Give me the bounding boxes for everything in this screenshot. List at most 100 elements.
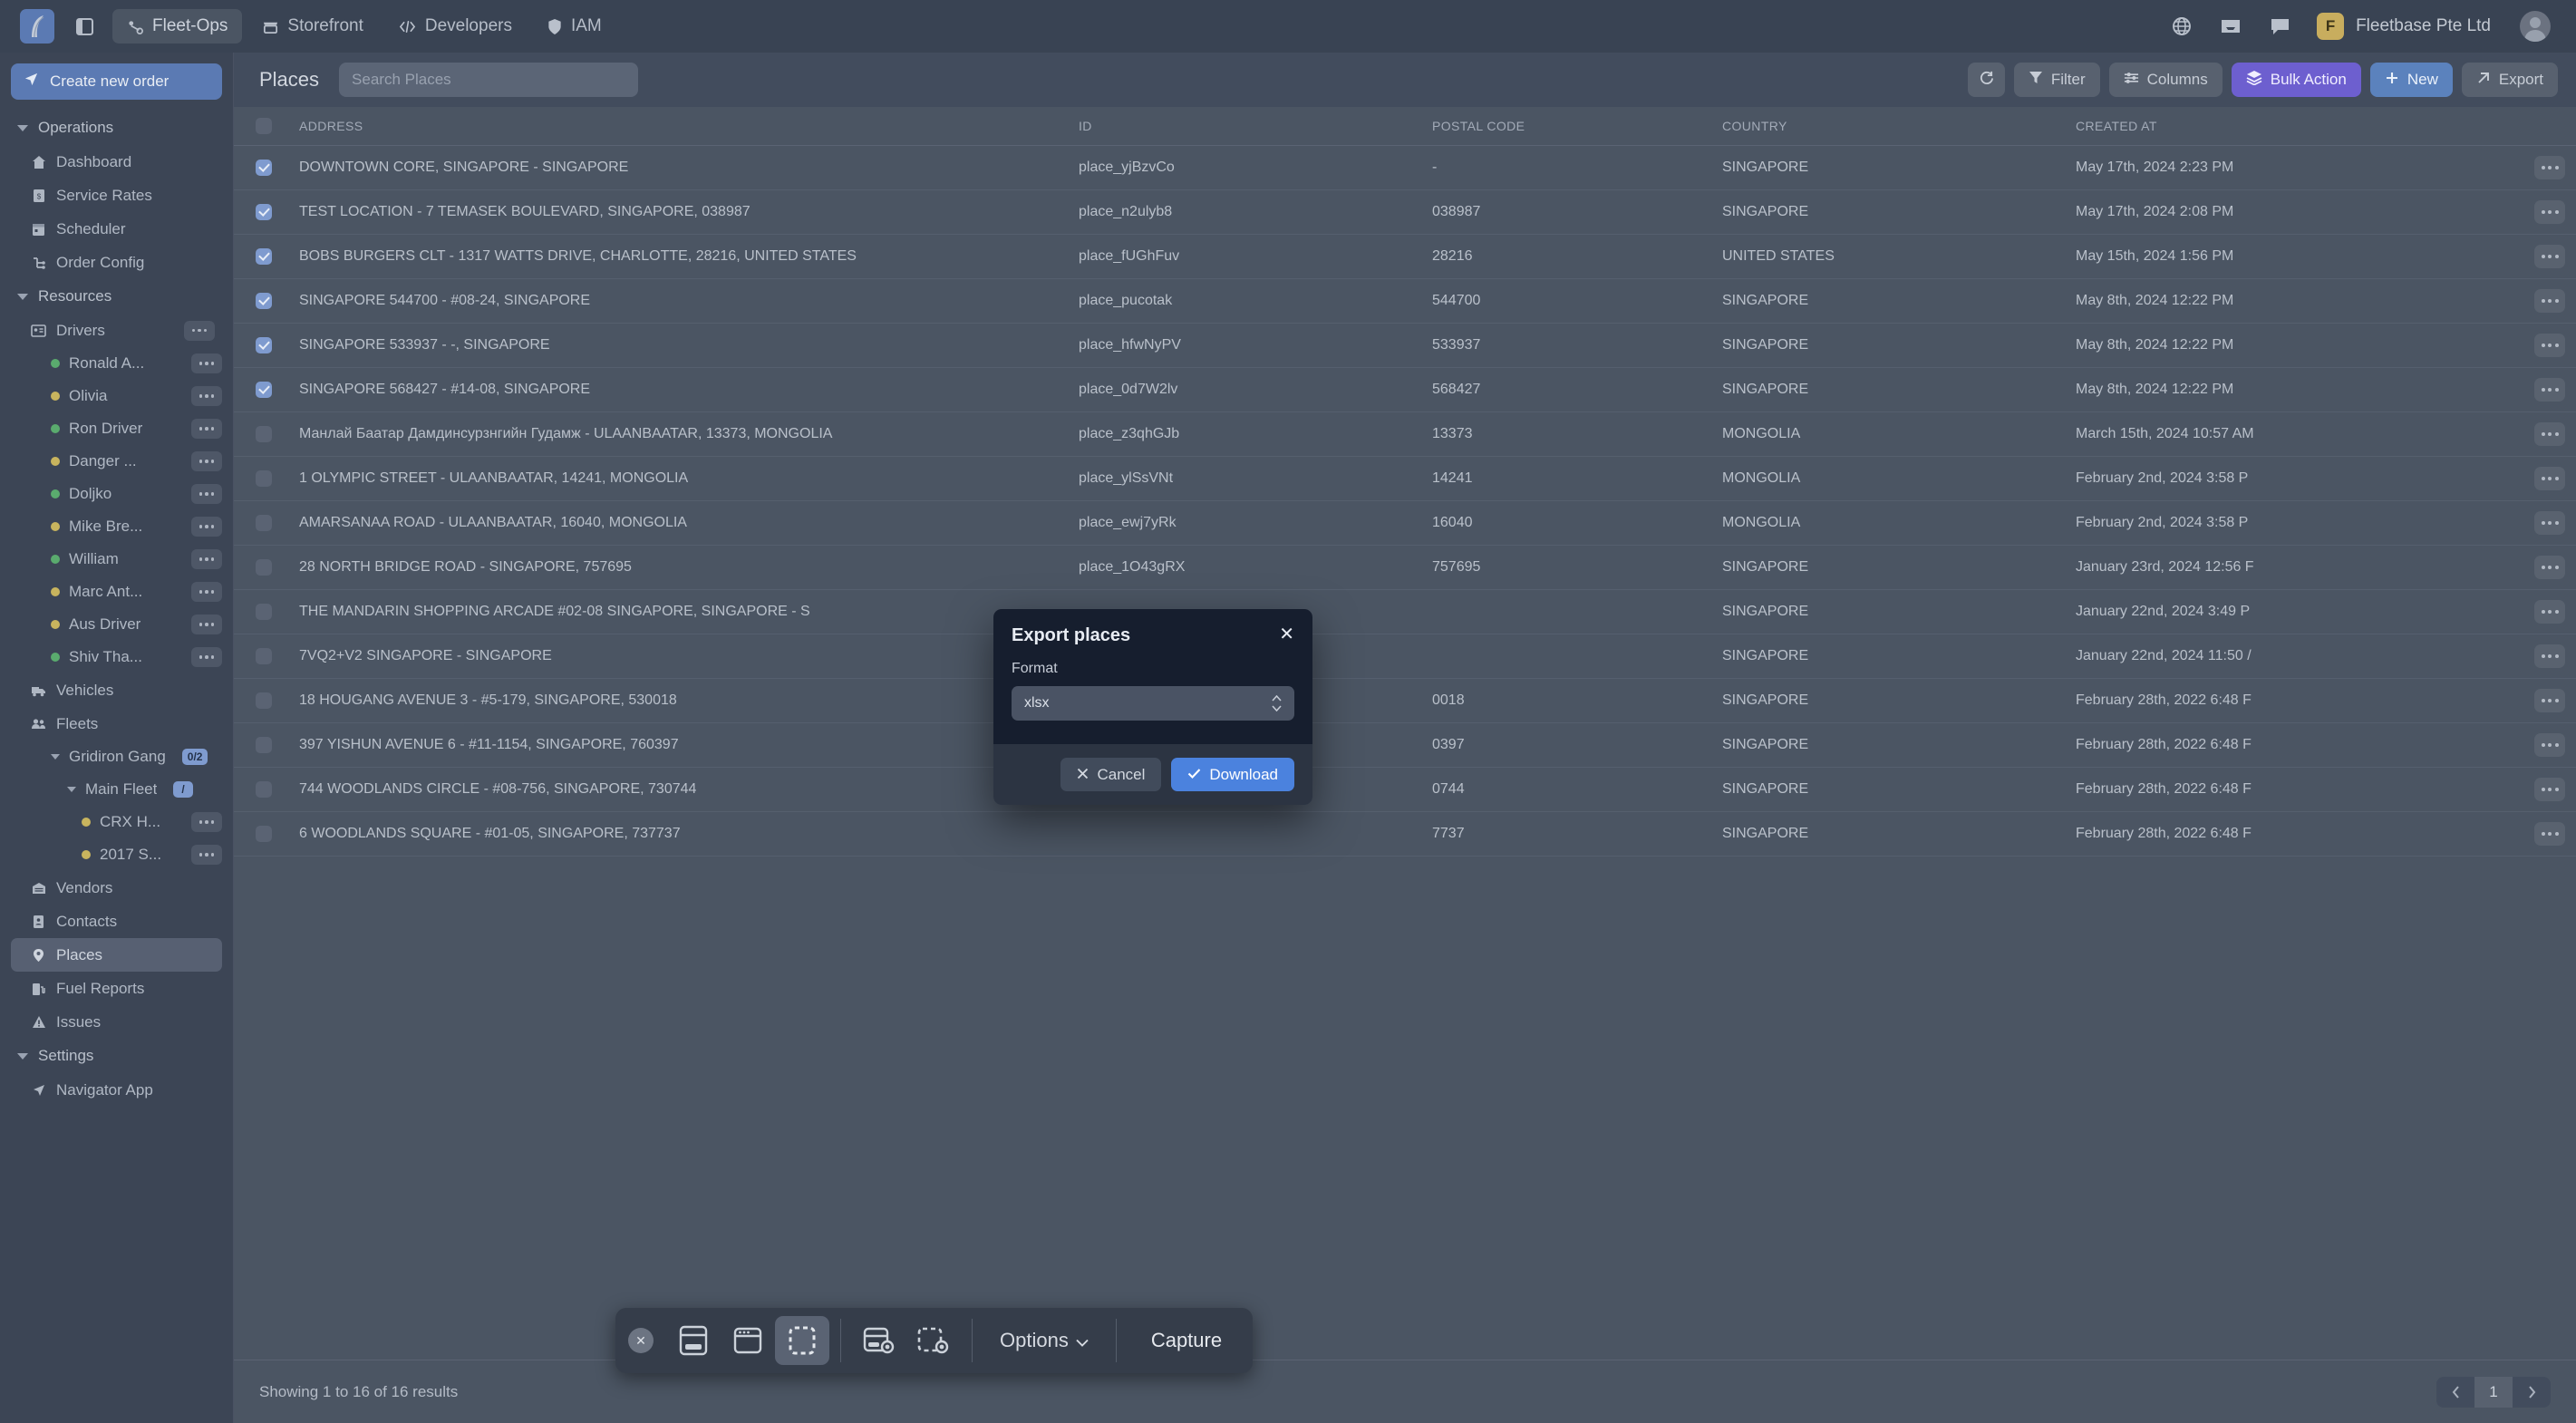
sidebar-fleet-main-fleet[interactable]: Main Fleet / bbox=[11, 773, 222, 806]
table-row[interactable]: THE MANDARIN SHOPPING ARCADE #02-08 SING… bbox=[234, 589, 2576, 634]
driver-more-button[interactable] bbox=[191, 484, 222, 504]
table-row[interactable]: Манлай Баатар Дамдинсурзнгийн Гудамж - U… bbox=[234, 411, 2576, 457]
row-more-button[interactable] bbox=[2534, 333, 2565, 357]
row-more-button[interactable] bbox=[2534, 732, 2565, 757]
driver-more-button[interactable] bbox=[191, 615, 222, 634]
organization-chip[interactable]: F Fleetbase Pte Ltd bbox=[2317, 13, 2491, 40]
sidebar-driver-item[interactable]: Shiv Tha... bbox=[11, 641, 222, 673]
sidebar-driver-item[interactable]: Marc Ant... bbox=[11, 576, 222, 608]
tab-developers[interactable]: Developers bbox=[383, 9, 527, 44]
driver-more-button[interactable] bbox=[191, 419, 222, 439]
capture-button[interactable]: Capture bbox=[1128, 1329, 1245, 1352]
sidebar-driver-item[interactable]: Danger ... bbox=[11, 445, 222, 478]
table-row[interactable]: 6 WOODLANDS SQUARE - #01-05, SINGAPORE, … bbox=[234, 811, 2576, 857]
driver-more-button[interactable] bbox=[191, 582, 222, 602]
cancel-button[interactable]: Cancel bbox=[1060, 758, 1162, 791]
table-row[interactable]: 28 NORTH BRIDGE ROAD - SINGAPORE, 757695… bbox=[234, 545, 2576, 590]
sidebar-group-settings[interactable]: Settings bbox=[11, 1039, 222, 1073]
sidebar-item-navigator-app[interactable]: Navigator App bbox=[11, 1073, 222, 1107]
row-checkbox[interactable] bbox=[256, 247, 272, 265]
create-new-order-button[interactable]: Create new order bbox=[11, 63, 222, 100]
table-row[interactable]: 18 HOUGANG AVENUE 3 - #5-179, SINGAPORE,… bbox=[234, 678, 2576, 723]
tab-iam[interactable]: IAM bbox=[532, 9, 616, 44]
driver-more-button[interactable] bbox=[191, 549, 222, 569]
columns-button[interactable]: Columns bbox=[2108, 63, 2223, 97]
search-input[interactable] bbox=[352, 71, 626, 89]
row-checkbox[interactable] bbox=[256, 825, 272, 842]
close-icon[interactable]: ✕ bbox=[1279, 625, 1294, 644]
table-row[interactable]: 7VQ2+V2 SINGAPORE - SINGAPORE SINGAPORE Ja… bbox=[234, 634, 2576, 679]
sidebar-item-scheduler[interactable]: Scheduler bbox=[11, 212, 222, 246]
fleetbase-logo[interactable] bbox=[20, 9, 54, 44]
sidebar-item-fuel-reports[interactable]: Fuel Reports bbox=[11, 972, 222, 1005]
tab-storefront[interactable]: Storefront bbox=[247, 9, 377, 44]
table-row[interactable]: 397 YISHUN AVENUE 6 - #11-1154, SINGAPOR… bbox=[234, 722, 2576, 768]
table-row[interactable]: SINGAPORE 544700 - #08-24, SINGAPORE plac… bbox=[234, 278, 2576, 324]
row-checkbox[interactable] bbox=[256, 425, 272, 442]
column-header-postal-code[interactable]: POSTAL CODE bbox=[1421, 107, 1711, 146]
table-row[interactable]: SINGAPORE 568427 - #14-08, SINGAPORE plac… bbox=[234, 367, 2576, 412]
sidebar-driver-item[interactable]: Mike Bre... bbox=[11, 510, 222, 543]
driver-more-button[interactable] bbox=[191, 353, 222, 373]
new-button[interactable]: New bbox=[2369, 63, 2453, 97]
inbox-icon[interactable] bbox=[2219, 15, 2242, 38]
export-button[interactable]: Export bbox=[2461, 63, 2558, 97]
user-avatar[interactable] bbox=[2520, 11, 2551, 42]
sidebar-item-drivers[interactable]: Drivers bbox=[11, 314, 222, 347]
capture-selected-area-button[interactable] bbox=[775, 1316, 829, 1365]
table-row[interactable]: 1 OLYMPIC STREET - ULAANBAATAR, 14241, M… bbox=[234, 456, 2576, 501]
row-checkbox[interactable] bbox=[256, 381, 272, 398]
previous-page-button[interactable] bbox=[2436, 1377, 2474, 1408]
download-button[interactable]: Download bbox=[1171, 758, 1294, 791]
row-checkbox[interactable] bbox=[256, 159, 272, 176]
row-checkbox[interactable] bbox=[256, 336, 272, 353]
select-all-checkbox[interactable] bbox=[256, 117, 272, 134]
row-more-button[interactable] bbox=[2534, 599, 2565, 624]
next-page-button[interactable] bbox=[2513, 1377, 2551, 1408]
sidebar-driver-item[interactable]: Doljko bbox=[11, 478, 222, 510]
table-row[interactable]: 744 WOODLANDS CIRCLE - #08-756, SINGAPOR… bbox=[234, 767, 2576, 812]
row-checkbox[interactable] bbox=[256, 692, 272, 709]
capture-visible-area-button[interactable] bbox=[666, 1316, 721, 1365]
sidebar-item-dashboard[interactable]: Dashboard bbox=[11, 145, 222, 179]
row-more-button[interactable] bbox=[2534, 199, 2565, 224]
driver-more-button[interactable] bbox=[191, 647, 222, 667]
row-more-button[interactable] bbox=[2534, 288, 2565, 313]
sidebar-item-vendors[interactable]: Vendors bbox=[11, 871, 222, 905]
sidebar-driver-item[interactable]: William bbox=[11, 543, 222, 576]
table-row[interactable]: SINGAPORE 533937 - -, SINGAPORE place_hfw… bbox=[234, 323, 2576, 368]
row-checkbox[interactable] bbox=[256, 292, 272, 309]
column-header-id[interactable]: ID bbox=[1068, 107, 1421, 146]
row-more-button[interactable] bbox=[2534, 155, 2565, 179]
capture-window-button[interactable] bbox=[721, 1316, 775, 1365]
close-icon[interactable]: ✕ bbox=[628, 1328, 654, 1353]
row-checkbox[interactable] bbox=[256, 603, 272, 620]
row-more-button[interactable] bbox=[2534, 421, 2565, 446]
table-row[interactable]: TEST LOCATION - 7 TEMASEK BOULEVARD, SIN… bbox=[234, 189, 2576, 235]
drivers-more-button[interactable] bbox=[184, 320, 215, 341]
refresh-button[interactable] bbox=[1967, 63, 2005, 97]
globe-icon[interactable] bbox=[2170, 15, 2193, 38]
sidebar-item-contacts[interactable]: Contacts bbox=[11, 905, 222, 938]
options-button[interactable]: Options bbox=[983, 1329, 1105, 1352]
column-header-address[interactable]: ADDRESS bbox=[288, 107, 1068, 146]
sidebar-item-order-config[interactable]: Order Config bbox=[11, 246, 222, 279]
row-checkbox[interactable] bbox=[256, 558, 272, 576]
driver-more-button[interactable] bbox=[191, 386, 222, 406]
sidebar-driver-item[interactable]: Ronald A... bbox=[11, 347, 222, 380]
row-more-button[interactable] bbox=[2534, 644, 2565, 668]
row-checkbox[interactable] bbox=[256, 203, 272, 220]
row-more-button[interactable] bbox=[2534, 688, 2565, 712]
row-checkbox[interactable] bbox=[256, 514, 272, 531]
row-more-button[interactable] bbox=[2534, 821, 2565, 846]
current-page[interactable]: 1 bbox=[2474, 1376, 2513, 1408]
table-row[interactable]: DOWNTOWN CORE, SINGAPORE - SINGAPORE plac… bbox=[234, 145, 2576, 190]
sidebar-driver-item[interactable]: Aus Driver bbox=[11, 608, 222, 641]
chat-icon[interactable] bbox=[2268, 15, 2291, 38]
sidebar-group-resources[interactable]: Resources bbox=[11, 279, 222, 314]
sidebar-item-fleets[interactable]: Fleets bbox=[11, 707, 222, 741]
sidebar-item-vehicles[interactable]: Vehicles bbox=[11, 673, 222, 707]
search-places-box[interactable] bbox=[339, 63, 639, 97]
sidebar-item-service-rates[interactable]: $ Service Rates bbox=[11, 179, 222, 212]
driver-more-button[interactable] bbox=[191, 451, 222, 471]
